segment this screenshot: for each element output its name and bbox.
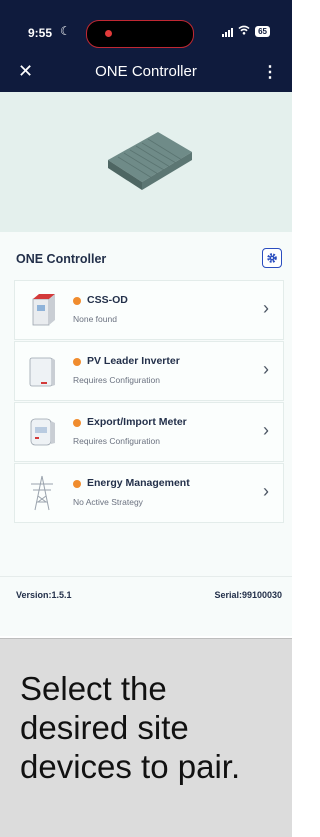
chevron-right-icon: › bbox=[263, 359, 269, 379]
gear-icon bbox=[267, 253, 277, 263]
meter-icon bbox=[30, 418, 55, 446]
controller-device-image bbox=[108, 132, 192, 190]
warning-dot-icon bbox=[73, 419, 81, 427]
caption-area: Select the desired site devices to pair. bbox=[0, 638, 292, 837]
device-item-energy-management[interactable]: Energy Management No Active Strategy › bbox=[14, 463, 284, 523]
footer-divider bbox=[0, 576, 292, 577]
device-status: None found bbox=[73, 314, 117, 324]
device-name: PV Leader Inverter bbox=[87, 355, 180, 367]
signal-icon bbox=[222, 27, 234, 37]
warning-dot-icon bbox=[73, 297, 81, 305]
inverter-icon bbox=[29, 357, 55, 387]
more-vertical-icon[interactable]: ⋮ bbox=[262, 62, 278, 82]
serial-text: Serial:99100030 bbox=[214, 590, 282, 600]
wifi-icon bbox=[238, 25, 250, 38]
dynamic-island bbox=[86, 20, 194, 48]
status-bar: 9:55 ☾ 65 bbox=[0, 0, 292, 52]
version-text: Version:1.5.1 bbox=[16, 590, 72, 600]
moon-icon: ☾ bbox=[60, 24, 71, 38]
chevron-right-icon: › bbox=[263, 420, 269, 440]
device-name: Energy Management bbox=[87, 477, 190, 489]
recording-dot-icon bbox=[105, 30, 112, 37]
settings-button[interactable] bbox=[262, 248, 282, 268]
hero-panel bbox=[0, 92, 292, 232]
status-time: 9:55 bbox=[28, 26, 53, 40]
device-name: CSS-OD bbox=[87, 294, 128, 306]
app-title: ONE Controller bbox=[95, 63, 197, 80]
device-status: No Active Strategy bbox=[73, 497, 143, 507]
css-od-cabinet-icon bbox=[32, 294, 55, 326]
device-status: Requires Configuration bbox=[73, 375, 160, 385]
app-bar: ✕ ONE Controller ⋮ bbox=[0, 52, 292, 92]
chevron-right-icon: › bbox=[263, 481, 269, 501]
battery-icon: 65 bbox=[255, 26, 270, 37]
chevron-right-icon: › bbox=[263, 298, 269, 318]
device-list: CSS-OD None found › PV Leader Inverter R… bbox=[14, 280, 284, 524]
power-tower-icon bbox=[31, 475, 53, 511]
warning-dot-icon bbox=[73, 480, 81, 488]
device-name: Export/Import Meter bbox=[87, 416, 187, 428]
device-item-export-import-meter[interactable]: Export/Import Meter Requires Configurati… bbox=[14, 402, 284, 462]
warning-dot-icon bbox=[73, 358, 81, 366]
device-status: Requires Configuration bbox=[73, 436, 160, 446]
status-icons: 65 bbox=[222, 25, 270, 38]
device-item-css-od[interactable]: CSS-OD None found › bbox=[14, 280, 284, 340]
caption-text: Select the desired site devices to pair. bbox=[20, 670, 241, 785]
device-item-pv-leader-inverter[interactable]: PV Leader Inverter Requires Configuratio… bbox=[14, 341, 284, 401]
section-title: ONE Controller bbox=[16, 252, 107, 266]
